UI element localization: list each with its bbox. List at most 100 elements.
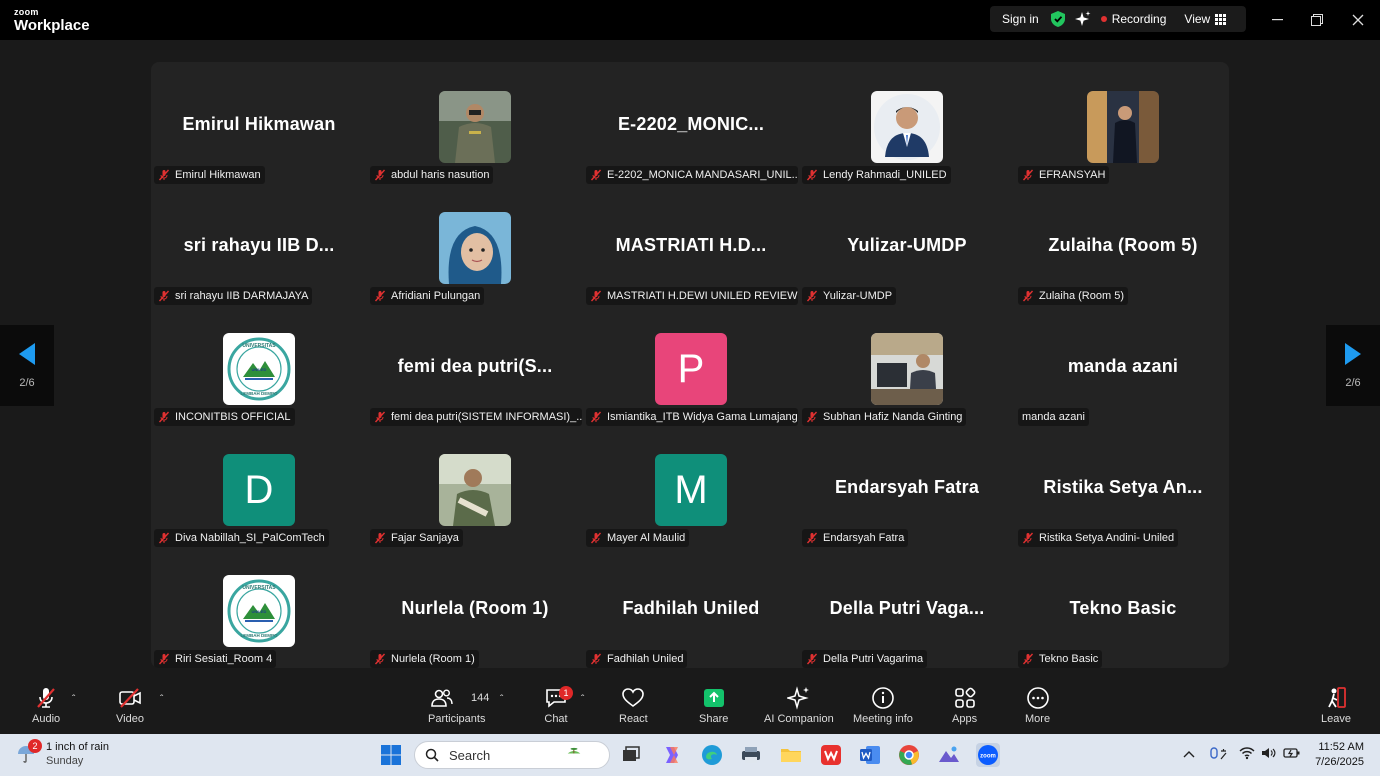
participant-tile[interactable]: D Diva Nabillah_SI_PalComTech — [151, 429, 367, 550]
language-icon[interactable] — [1209, 745, 1229, 763]
participant-tile[interactable]: Zulaiha (Room 5) Zulaiha (Room 5) — [1015, 187, 1229, 308]
restore-button[interactable] — [1297, 0, 1337, 40]
gallery-grid: Emirul Hikmawan Emirul Hikmawan abdul hari… — [151, 62, 1229, 668]
chat-options-caret[interactable]: ˆ — [581, 694, 584, 705]
participant-tile[interactable]: Yulizar-UMDP Yulizar-UMDP — [799, 187, 1015, 308]
arrow-left-icon — [19, 342, 35, 365]
system-clock[interactable]: 11:52 AM 7/26/2025 — [1312, 740, 1364, 770]
minimize-button[interactable] — [1257, 0, 1297, 40]
volume-icon[interactable] — [1261, 746, 1277, 760]
participant-photo — [439, 454, 511, 526]
participant-tile[interactable]: Afridiani Pulungan — [367, 187, 583, 308]
audio-options-caret[interactable]: ˆ — [72, 694, 75, 705]
sign-in-button[interactable]: Sign in — [990, 12, 1051, 26]
participant-tile[interactable]: UNIVERSITAS LEMBAH DEMPO UNILED INCONITBIS … — [151, 308, 367, 429]
participant-tile[interactable]: manda azani manda azani — [1015, 308, 1229, 429]
participant-tile[interactable]: Emirul Hikmawan Emirul Hikmawan — [151, 66, 367, 187]
participant-tile[interactable]: Endarsyah Fatra Endarsyah Fatra — [799, 429, 1015, 550]
participants-options-caret[interactable]: ˆ — [500, 694, 503, 705]
chrome-button[interactable] — [897, 743, 921, 767]
chat-label: Chat — [544, 713, 568, 725]
clock-time: 11:52 AM — [1318, 741, 1364, 753]
recording-indicator[interactable]: Recording — [1100, 12, 1166, 26]
participant-name: Ristika Setya Andini- Uniled — [1039, 532, 1175, 544]
mic-muted-icon — [158, 169, 170, 181]
taskbar-search[interactable]: Search — [414, 741, 610, 769]
prev-page-button[interactable]: 2/6 — [0, 325, 54, 406]
windows-logo-icon — [381, 745, 401, 765]
edge-button[interactable] — [700, 743, 724, 767]
zoom-app-icon: zoom — [978, 745, 998, 765]
info-icon — [872, 687, 894, 709]
participant-tile[interactable]: sri rahayu IIB D... sri rahayu IIB DARMAJ… — [151, 187, 367, 308]
share-button[interactable]: Share — [699, 686, 728, 725]
participant-display-name: Tekno Basic — [1069, 598, 1177, 618]
participant-name-bar: Lendy Rahmadi_UNILED — [802, 166, 951, 184]
apps-icon — [954, 687, 975, 708]
participant-tile[interactable]: MASTRIATI H.D... MASTRIATI H.DEWI UNILED … — [583, 187, 799, 308]
meeting-info-button[interactable]: Meeting info — [853, 686, 913, 725]
mic-muted-icon — [158, 290, 170, 302]
grid-view-icon — [1215, 13, 1227, 25]
react-button[interactable]: React — [619, 686, 648, 725]
meeting-info-label: Meeting info — [853, 713, 913, 725]
weather-widget[interactable]: 2 1 inch of rain Sunday — [16, 739, 109, 768]
file-explorer-button[interactable] — [779, 743, 803, 767]
participant-name-bar: Subhan Hafiz Nanda Ginting — [802, 408, 967, 426]
participant-name-bar: Yulizar-UMDP — [802, 287, 897, 305]
view-button[interactable]: View — [1184, 12, 1227, 26]
video-button[interactable]: Video — [116, 686, 144, 725]
more-button[interactable]: More — [1025, 686, 1050, 725]
windows-start-button[interactable] — [379, 743, 403, 767]
participant-tile[interactable]: femi dea putri(S... femi dea putri(SISTEM… — [367, 308, 583, 429]
participant-tile[interactable]: UNIVERSITAS LEMBAH DEMPO UNILED Riri Sesiat… — [151, 550, 367, 668]
task-view-button[interactable] — [619, 743, 643, 767]
shield-check-icon[interactable] — [1050, 11, 1065, 27]
participant-display-name: Della Putri Vaga... — [829, 598, 985, 618]
participant-initial: M — [655, 454, 727, 526]
participant-tile[interactable]: Tekno Basic Tekno Basic — [1015, 550, 1229, 668]
participant-tile[interactable]: M Mayer Al Maulid — [583, 429, 799, 550]
mic-muted-icon — [374, 532, 386, 544]
wifi-icon[interactable] — [1239, 746, 1255, 760]
participant-tile[interactable]: Fajar Sanjaya — [367, 429, 583, 550]
participant-name-bar: EFRANSYAH — [1018, 166, 1110, 184]
participants-icon — [430, 689, 453, 707]
participant-tile[interactable]: Ristika Setya An... Ristika Setya Andini-… — [1015, 429, 1229, 550]
zoom-taskbar-button[interactable]: zoom — [976, 743, 1000, 767]
share-screen-icon — [703, 689, 724, 707]
ai-companion-button[interactable]: AI Companion — [764, 686, 834, 725]
participant-name-bar: femi dea putri(SISTEM INFORMASI)_... — [370, 408, 582, 426]
network-app-button[interactable] — [739, 743, 763, 767]
chat-badge: 1 — [559, 686, 573, 700]
battery-icon[interactable] — [1283, 746, 1301, 760]
apps-button[interactable]: Apps — [952, 686, 977, 725]
participant-tile[interactable]: Lendy Rahmadi_UNILED — [799, 66, 1015, 187]
tray-chevron-icon[interactable] — [1183, 749, 1195, 759]
video-options-caret[interactable]: ˆ — [160, 694, 163, 705]
participant-name: Lendy Rahmadi_UNILED — [823, 169, 947, 181]
close-button[interactable] — [1338, 0, 1378, 40]
mic-muted-icon — [158, 532, 170, 544]
participant-name-bar: Zulaiha (Room 5) — [1018, 287, 1128, 305]
leave-button[interactable]: Leave — [1321, 686, 1351, 725]
participant-tile[interactable]: Fadhilah Uniled Fadhilah Uniled — [583, 550, 799, 668]
participant-tile[interactable]: Della Putri Vaga... Della Putri Vagarima — [799, 550, 1015, 668]
audio-button[interactable]: Audio — [32, 686, 60, 725]
participant-tile[interactable]: abdul haris nasution — [367, 66, 583, 187]
photos-button[interactable] — [937, 743, 961, 767]
ai-sparkle-icon[interactable] — [1074, 11, 1091, 27]
ai-companion-icon — [786, 686, 809, 710]
participant-tile[interactable]: EFRANSYAH — [1015, 66, 1229, 187]
participant-tile[interactable]: P Ismiantika_ITB Widya Gama Lumajang — [583, 308, 799, 429]
participant-name: E-2202_MONICA MANDASARI_UNIL... — [607, 169, 798, 181]
wps-button[interactable] — [819, 743, 843, 767]
next-page-button[interactable]: 2/6 — [1326, 325, 1380, 406]
more-icon — [1026, 687, 1049, 709]
copilot-button[interactable] — [660, 743, 684, 767]
word-button[interactable] — [858, 743, 882, 767]
participant-tile[interactable]: E-2202_MONIC... E-2202_MONICA MANDASARI_U… — [583, 66, 799, 187]
apps-label: Apps — [952, 713, 978, 725]
participant-tile[interactable]: Nurlela (Room 1) Nurlela (Room 1) — [367, 550, 583, 668]
participant-tile[interactable]: Subhan Hafiz Nanda Ginting — [799, 308, 1015, 429]
